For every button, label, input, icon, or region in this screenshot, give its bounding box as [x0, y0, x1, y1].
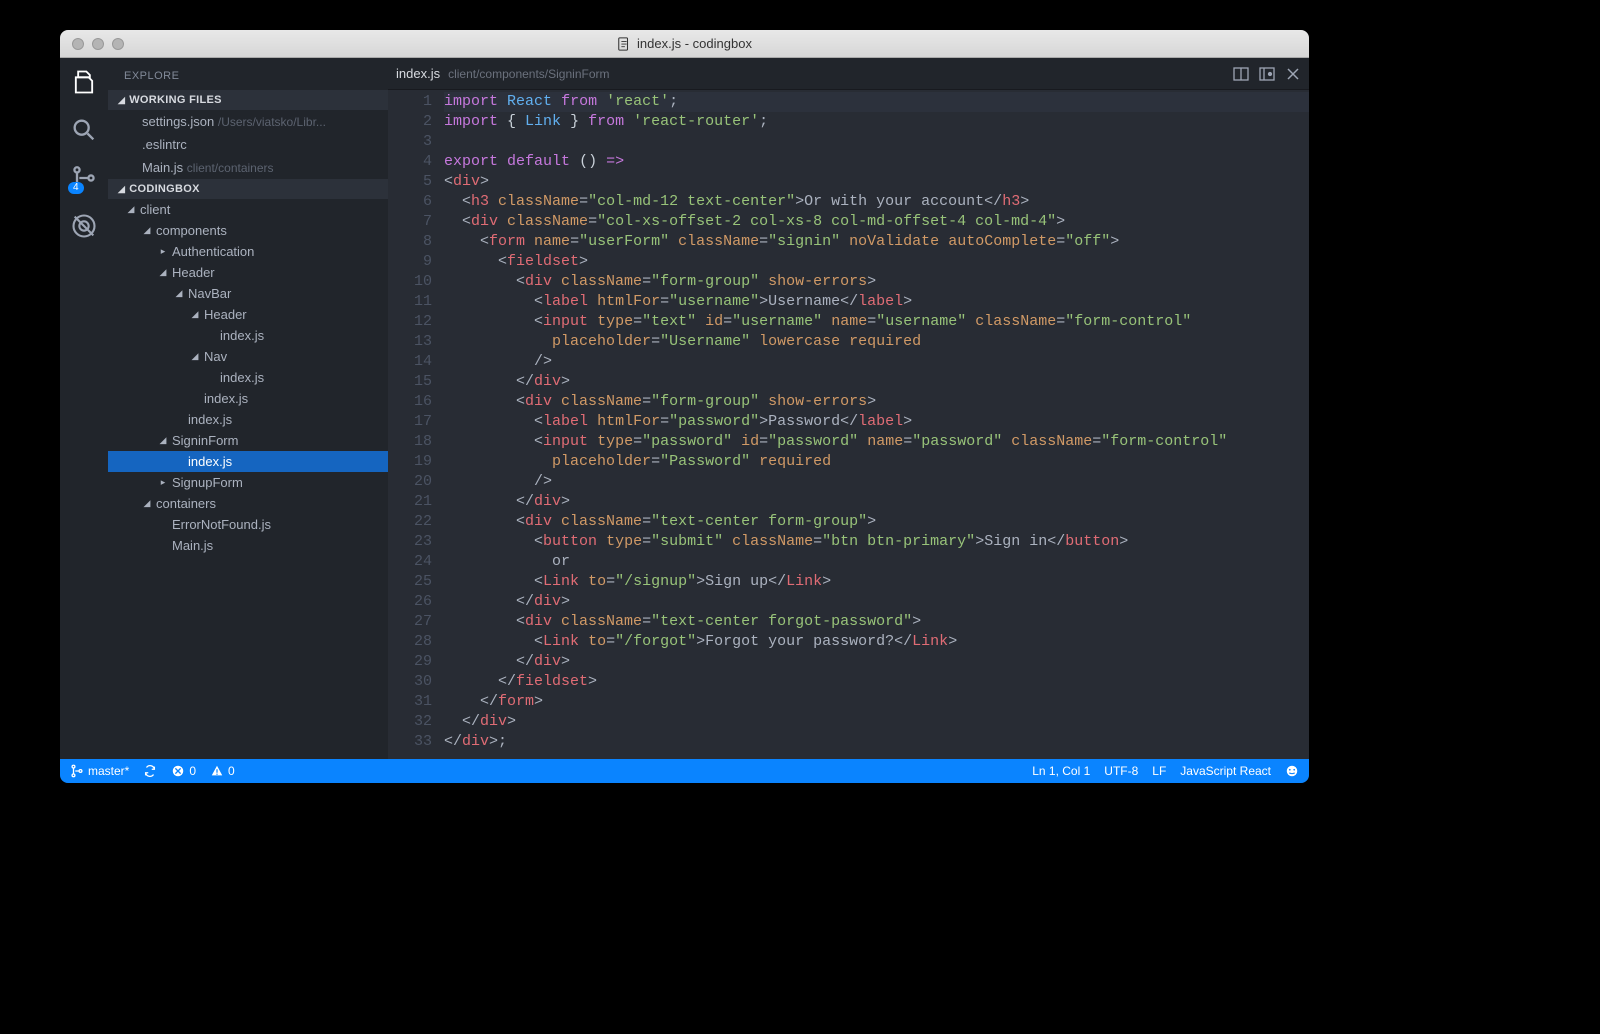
- editor-tabbar: index.js client/components/SigninForm: [388, 58, 1309, 90]
- debug-icon[interactable]: [70, 212, 98, 240]
- zoom-icon[interactable]: [112, 38, 124, 50]
- explorer-icon[interactable]: [70, 68, 98, 96]
- tree-file[interactable]: ErrorNotFound.js: [108, 514, 388, 535]
- tree-folder[interactable]: ◢NavBar: [108, 283, 388, 304]
- status-bar: master* 0 0 Ln 1, Col 1 UTF-8 LF JavaScr…: [60, 759, 1309, 783]
- feedback-icon[interactable]: [1285, 764, 1299, 778]
- eol-status[interactable]: LF: [1152, 764, 1166, 778]
- activity-bar: 4: [60, 58, 108, 759]
- search-icon[interactable]: [70, 116, 98, 144]
- tree-file[interactable]: index.js: [108, 451, 388, 472]
- working-file-item[interactable]: .eslintrc: [108, 133, 388, 156]
- tree-file[interactable]: index.js: [108, 409, 388, 430]
- line-gutter: 1234567891011121314151617181920212223242…: [388, 90, 444, 759]
- close-tab-icon[interactable]: [1285, 66, 1301, 82]
- minimize-icon[interactable]: [92, 38, 104, 50]
- tree-file[interactable]: index.js: [108, 325, 388, 346]
- tree-folder[interactable]: ◢Header: [108, 262, 388, 283]
- window-controls: [60, 38, 124, 50]
- tree-folder[interactable]: ▸Authentication: [108, 241, 388, 262]
- encoding-status[interactable]: UTF-8: [1104, 764, 1138, 778]
- tree-folder[interactable]: ◢client: [108, 199, 388, 220]
- cursor-position[interactable]: Ln 1, Col 1: [1032, 764, 1090, 778]
- tab-filename[interactable]: index.js: [396, 66, 440, 81]
- project-header[interactable]: ◢CODINGBOX: [108, 179, 388, 199]
- working-files-header[interactable]: ◢WORKING FILES: [108, 90, 388, 110]
- file-icon: [617, 37, 631, 51]
- git-icon[interactable]: 4: [70, 164, 98, 192]
- tree-folder[interactable]: ◢containers: [108, 493, 388, 514]
- tree-file[interactable]: index.js: [108, 367, 388, 388]
- sidebar: EXPLORE ◢WORKING FILES settings.json /Us…: [108, 58, 388, 759]
- vscode-window: index.js - codingbox 4 EXPLORE ◢WORKING …: [60, 30, 1309, 783]
- sidebar-title: EXPLORE: [108, 58, 388, 90]
- code-area[interactable]: 1234567891011121314151617181920212223242…: [388, 90, 1309, 759]
- tree-folder[interactable]: ◢Nav: [108, 346, 388, 367]
- git-badge: 4: [68, 182, 84, 194]
- git-branch-status[interactable]: master*: [70, 764, 129, 778]
- sync-icon[interactable]: [143, 764, 157, 778]
- editor: index.js client/components/SigninForm 12…: [388, 58, 1309, 759]
- more-actions-icon[interactable]: [1259, 66, 1275, 82]
- split-editor-icon[interactable]: [1233, 66, 1249, 82]
- language-status[interactable]: JavaScript React: [1180, 764, 1271, 778]
- working-file-item[interactable]: settings.json /Users/viatsko/Libr...: [108, 110, 388, 133]
- tree-folder[interactable]: ◢components: [108, 220, 388, 241]
- tree-file[interactable]: Main.js: [108, 535, 388, 556]
- window-title: index.js - codingbox: [60, 36, 1309, 51]
- tree-folder[interactable]: ▸SignupForm: [108, 472, 388, 493]
- titlebar: index.js - codingbox: [60, 30, 1309, 58]
- tab-path: client/components/SigninForm: [448, 67, 1233, 81]
- working-file-item[interactable]: Main.js client/containers: [108, 156, 388, 179]
- close-icon[interactable]: [72, 38, 84, 50]
- warnings-status[interactable]: 0: [210, 764, 235, 778]
- errors-status[interactable]: 0: [171, 764, 196, 778]
- tree-file[interactable]: index.js: [108, 388, 388, 409]
- tree-folder[interactable]: ◢Header: [108, 304, 388, 325]
- code-lines[interactable]: import React from 'react';import { Link …: [444, 90, 1309, 759]
- tree-folder[interactable]: ◢SigninForm: [108, 430, 388, 451]
